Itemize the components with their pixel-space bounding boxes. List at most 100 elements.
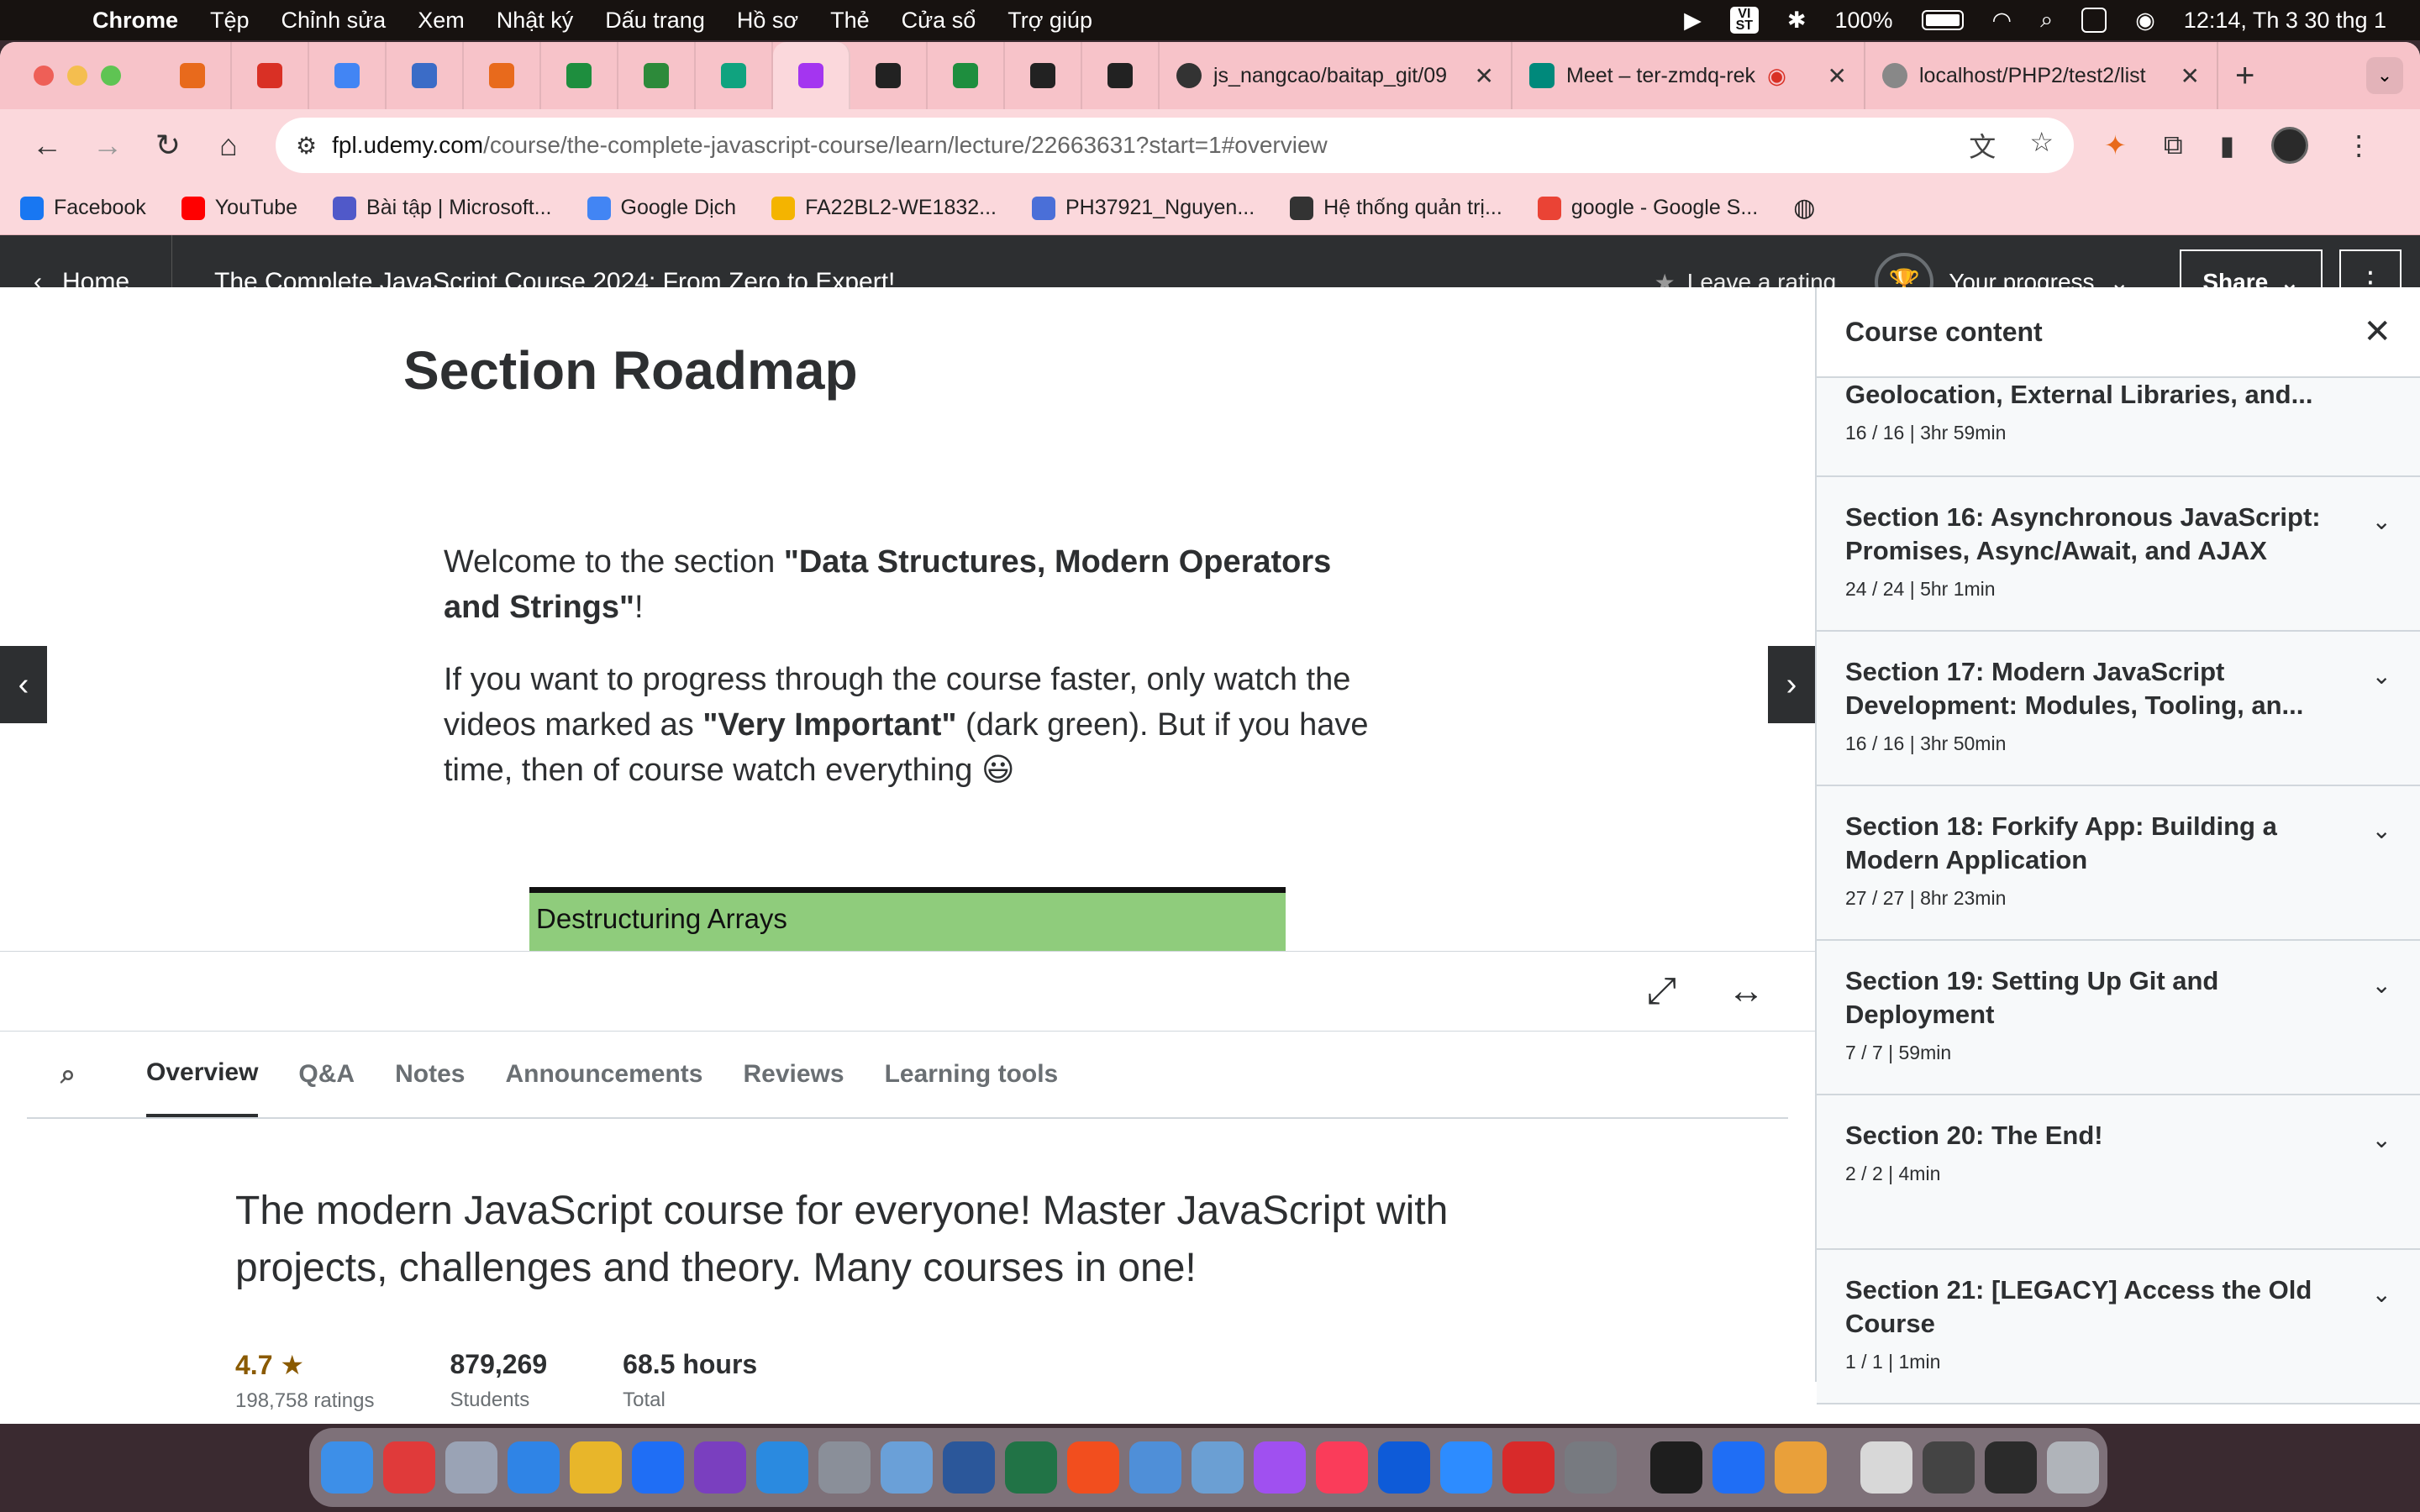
course-section[interactable]: Section 20: The End! 2 / 2 | 4min ⌄ bbox=[1817, 1095, 2420, 1250]
excel-icon[interactable] bbox=[1005, 1441, 1057, 1494]
course-section[interactable]: Section 17: Modern JavaScript Developmen… bbox=[1817, 632, 2420, 786]
menu-tab[interactable]: Thẻ bbox=[830, 8, 870, 34]
network-icon[interactable] bbox=[1129, 1441, 1181, 1494]
address-bar[interactable]: ⚙ fpl.udemy.com/course/the-complete-java… bbox=[276, 118, 2074, 173]
pinned-tab[interactable] bbox=[696, 42, 773, 109]
chrome-menu-icon[interactable]: ⋮ bbox=[2345, 129, 2372, 161]
window-thumb-icon[interactable] bbox=[1985, 1441, 2037, 1494]
course-section[interactable]: Section 19: Setting Up Git and Deploymen… bbox=[1817, 941, 2420, 1095]
translate-page-icon[interactable]: 文 bbox=[1969, 126, 1996, 165]
bookmark-item[interactable]: Hệ thống quản trị... bbox=[1290, 196, 1502, 220]
globe-bookmark-icon[interactable]: ◍ bbox=[1793, 193, 1815, 223]
course-section[interactable]: Geolocation, External Libraries, and... 1… bbox=[1817, 378, 2420, 477]
teamviewer-icon[interactable] bbox=[1378, 1441, 1430, 1494]
tab-meet[interactable]: Meet – ter-zmdq-rek ◉ ✕ bbox=[1512, 42, 1865, 109]
window-thumb-icon[interactable] bbox=[1860, 1441, 1912, 1494]
close-tab-icon[interactable]: ✕ bbox=[2181, 62, 2200, 90]
chevron-down-icon[interactable]: ⌄ bbox=[2372, 1280, 2391, 1308]
vscode-icon[interactable] bbox=[756, 1441, 808, 1494]
chrome-icon[interactable] bbox=[570, 1441, 622, 1494]
fpt-extension-icon[interactable]: ✦ bbox=[2104, 129, 2127, 161]
search-icon[interactable]: ⌕ bbox=[60, 1058, 124, 1090]
tab-notes[interactable]: Notes bbox=[395, 1032, 465, 1117]
close-tab-icon[interactable]: ✕ bbox=[1828, 62, 1847, 90]
chevron-down-icon[interactable]: ⌄ bbox=[2372, 662, 2391, 690]
menu-file[interactable]: Tệp bbox=[210, 8, 250, 34]
zoom-window-button[interactable] bbox=[101, 66, 121, 86]
chevron-down-icon[interactable]: ⌄ bbox=[2372, 1126, 2391, 1153]
extensions-puzzle-icon[interactable]: ⧉ bbox=[2164, 129, 2183, 161]
bookmark-item[interactable]: google - Google S... bbox=[1537, 196, 1758, 220]
course-section[interactable]: Section 18: Forkify App: Building a Mode… bbox=[1817, 786, 2420, 941]
pinned-tab[interactable] bbox=[387, 42, 464, 109]
tab-announcements[interactable]: Announcements bbox=[505, 1032, 702, 1117]
pinned-tab[interactable] bbox=[618, 42, 696, 109]
menu-help[interactable]: Trợ giúp bbox=[1007, 8, 1092, 34]
menu-bookmarks[interactable]: Dấu trang bbox=[605, 8, 705, 34]
bluetooth-icon[interactable]: ✱ bbox=[1787, 8, 1807, 34]
course-section[interactable]: Section 21: [LEGACY] Access the Old Cour… bbox=[1817, 1250, 2420, 1404]
chevron-down-icon[interactable]: ⌄ bbox=[2372, 507, 2391, 535]
terminal-icon[interactable] bbox=[1650, 1441, 1702, 1494]
pinned-tab[interactable] bbox=[850, 42, 928, 109]
menu-history[interactable]: Nhật ký bbox=[497, 8, 574, 34]
fullscreen-icon[interactable]: ⤢ bbox=[1647, 970, 1676, 1012]
pinned-tab[interactable] bbox=[464, 42, 541, 109]
tab-reviews[interactable]: Reviews bbox=[743, 1032, 844, 1117]
course-section[interactable]: Section 16: Asynchronous JavaScript: Pro… bbox=[1817, 477, 2420, 632]
target-app-icon[interactable] bbox=[383, 1441, 435, 1494]
chevron-down-icon[interactable]: ⌄ bbox=[2372, 971, 2391, 999]
word-icon[interactable] bbox=[943, 1441, 995, 1494]
tab-search-chevron-icon[interactable]: ⌄ bbox=[2366, 57, 2403, 94]
menu-clock[interactable]: 12:14, Th 3 30 thg 1 bbox=[2184, 8, 2386, 34]
bookmark-item[interactable]: Facebook bbox=[20, 196, 146, 220]
expand-width-icon[interactable]: ↔ bbox=[1728, 970, 1765, 1012]
close-window-button[interactable] bbox=[34, 66, 54, 86]
pinned-tab[interactable] bbox=[232, 42, 309, 109]
site-settings-icon[interactable]: ⚙ bbox=[296, 132, 317, 160]
close-tab-icon[interactable]: ✕ bbox=[1475, 62, 1494, 90]
virtualbox-icon[interactable] bbox=[1192, 1441, 1244, 1494]
chevron-down-icon[interactable]: ⌄ bbox=[2372, 816, 2391, 844]
bookmark-item[interactable]: Google Dịch bbox=[587, 196, 736, 220]
menu-app-name[interactable]: Chrome bbox=[92, 8, 178, 34]
menu-window[interactable]: Cửa sổ bbox=[902, 8, 976, 34]
menu-profiles[interactable]: Hồ sơ bbox=[737, 8, 798, 34]
zalo-icon[interactable] bbox=[632, 1441, 684, 1494]
preview-icon[interactable] bbox=[881, 1441, 933, 1494]
pinned-tab[interactable] bbox=[309, 42, 387, 109]
figma-icon[interactable] bbox=[1067, 1441, 1119, 1494]
previous-lecture-button[interactable]: ‹ bbox=[0, 646, 47, 723]
messenger-icon[interactable] bbox=[1254, 1441, 1306, 1494]
profile-avatar[interactable] bbox=[2271, 127, 2309, 164]
reload-icon[interactable]: ↻ bbox=[138, 128, 198, 163]
window-thumb-icon[interactable] bbox=[1923, 1441, 1975, 1494]
tab-localhost[interactable]: localhost/PHP2/test2/list ✕ bbox=[1865, 42, 2218, 109]
play-status-icon[interactable]: ▶ bbox=[1684, 8, 1702, 34]
github-desktop-icon[interactable] bbox=[694, 1441, 746, 1494]
zoom-icon[interactable] bbox=[1440, 1441, 1492, 1494]
tab-learning-tools[interactable]: Learning tools bbox=[885, 1032, 1059, 1117]
back-arrow-icon[interactable]: ← bbox=[17, 128, 77, 163]
new-tab-button[interactable]: + bbox=[2235, 57, 2254, 95]
siri-icon[interactable]: ◉ bbox=[2135, 8, 2155, 34]
pinned-tab[interactable] bbox=[155, 42, 232, 109]
bookmark-item[interactable]: YouTube bbox=[181, 196, 297, 220]
minimize-window-button[interactable] bbox=[67, 66, 87, 86]
pinned-tab[interactable] bbox=[1082, 42, 1160, 109]
spotlight-search-icon[interactable]: ⌕ bbox=[2040, 7, 2053, 34]
side-panel-icon[interactable]: ▮ bbox=[2220, 129, 2235, 161]
pinned-tab[interactable] bbox=[1005, 42, 1082, 109]
remote-desktop-icon[interactable] bbox=[1502, 1441, 1555, 1494]
trash-icon[interactable] bbox=[2047, 1441, 2099, 1494]
launchpad-icon[interactable] bbox=[445, 1441, 497, 1494]
safari-icon[interactable] bbox=[508, 1441, 560, 1494]
input-source-icon[interactable]: VI ST bbox=[1729, 7, 1759, 34]
menu-view[interactable]: Xem bbox=[418, 8, 465, 34]
pinned-tab[interactable] bbox=[541, 42, 618, 109]
bookmark-item[interactable]: Bài tập | Microsoft... bbox=[333, 196, 552, 220]
settings-icon[interactable] bbox=[818, 1441, 871, 1494]
home-icon[interactable]: ⌂ bbox=[198, 128, 259, 163]
bookmark-star-icon[interactable]: ☆ bbox=[2029, 126, 2054, 165]
menu-edit[interactable]: Chỉnh sửa bbox=[281, 8, 387, 34]
